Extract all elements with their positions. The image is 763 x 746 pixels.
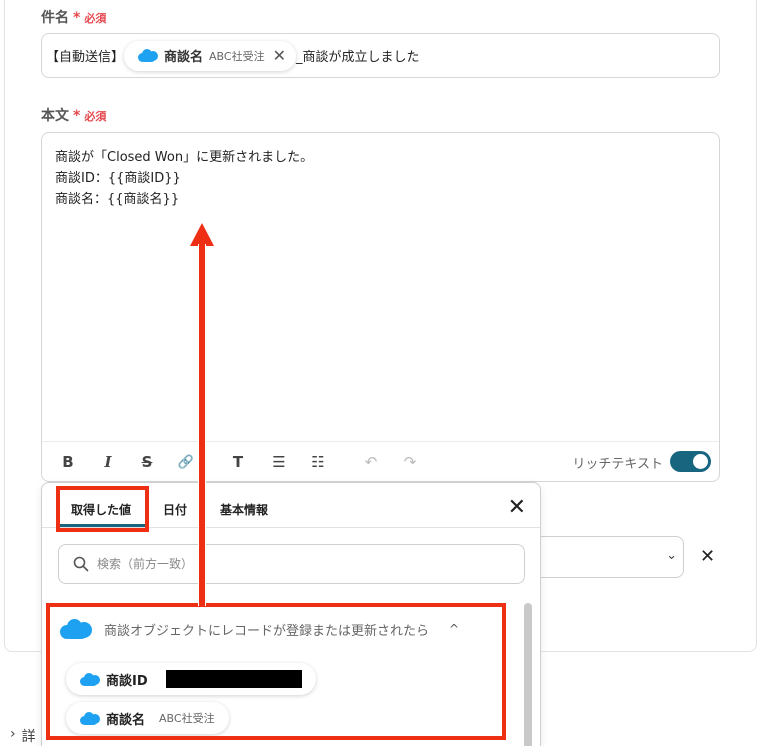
body-line: 商談ID：{{商談ID}} (55, 171, 181, 186)
bold-icon[interactable]: B (59, 453, 77, 471)
body-label: 本文 * 必須 (41, 105, 106, 125)
subject-variable-chip[interactable]: 商談名 ABC社受注 ✕ (124, 40, 296, 71)
scrollbar[interactable] (524, 603, 532, 746)
close-icon[interactable]: ✕ (700, 546, 715, 567)
required-text: 必須 (84, 12, 107, 25)
subject-label-text: 件名 (41, 10, 69, 26)
numbered-list-icon[interactable]: ☷ (309, 453, 327, 471)
subject-input[interactable]: 【自動送信】 商談名 ABC社受注 ✕ _商談が成立しました (41, 33, 720, 78)
annotation-arrow-icon (190, 223, 214, 606)
required-mark: * (73, 10, 81, 26)
chevron-down-icon: ⌄ (666, 548, 677, 563)
editor-toolbar: B I S 🔗 T ☰ ☷ ↶ ↷ リッチテキスト (42, 441, 719, 481)
chevron-right-icon: › (10, 726, 16, 742)
required-mark: * (73, 108, 81, 124)
body-line: 商談名：{{商談名}} (55, 192, 180, 207)
body-editor[interactable]: 商談が「Closed Won」に更新されました。 商談ID：{{商談ID}} 商… (41, 132, 720, 482)
subject-prefix: 【自動送信】 (46, 50, 125, 65)
required-text: 必須 (84, 110, 107, 123)
rich-text-label: リッチテキスト (572, 457, 663, 472)
redo-icon[interactable]: ↷ (401, 453, 419, 471)
search-field[interactable] (58, 544, 525, 584)
salesforce-cloud-icon (138, 49, 159, 62)
strikethrough-icon[interactable]: S (138, 453, 156, 471)
body-text[interactable]: 商談が「Closed Won」に更新されました。 商談ID：{{商談ID}} 商… (55, 147, 313, 210)
italic-icon[interactable]: I (99, 453, 117, 471)
body-label-text: 本文 (41, 108, 69, 124)
highlight-box-values (46, 603, 506, 740)
search-input[interactable] (97, 557, 477, 571)
details-label: 詳 (21, 729, 36, 745)
highlight-box-tab (56, 486, 149, 532)
chip-remove-icon[interactable]: ✕ (273, 46, 286, 65)
subject-suffix: _商談が成立しました (296, 50, 420, 65)
rich-text-toggle[interactable] (670, 451, 711, 472)
chip-sub: ABC社受注 (209, 49, 265, 63)
details-toggle[interactable]: › 詳 (10, 726, 36, 746)
bullet-list-icon[interactable]: ☰ (270, 453, 288, 471)
tab-basic-info[interactable]: 基本情報 (220, 501, 268, 518)
search-icon (73, 556, 89, 572)
subject-label: 件名 * 必須 (41, 7, 106, 27)
close-icon[interactable]: ✕ (508, 495, 526, 520)
background-select[interactable]: ⌄ (540, 536, 684, 578)
chip-name: 商談名 (164, 50, 204, 65)
text-size-icon[interactable]: T (229, 453, 247, 471)
undo-icon[interactable]: ↶ (362, 453, 380, 471)
body-line: 商談が「Closed Won」に更新されました。 (55, 150, 314, 165)
